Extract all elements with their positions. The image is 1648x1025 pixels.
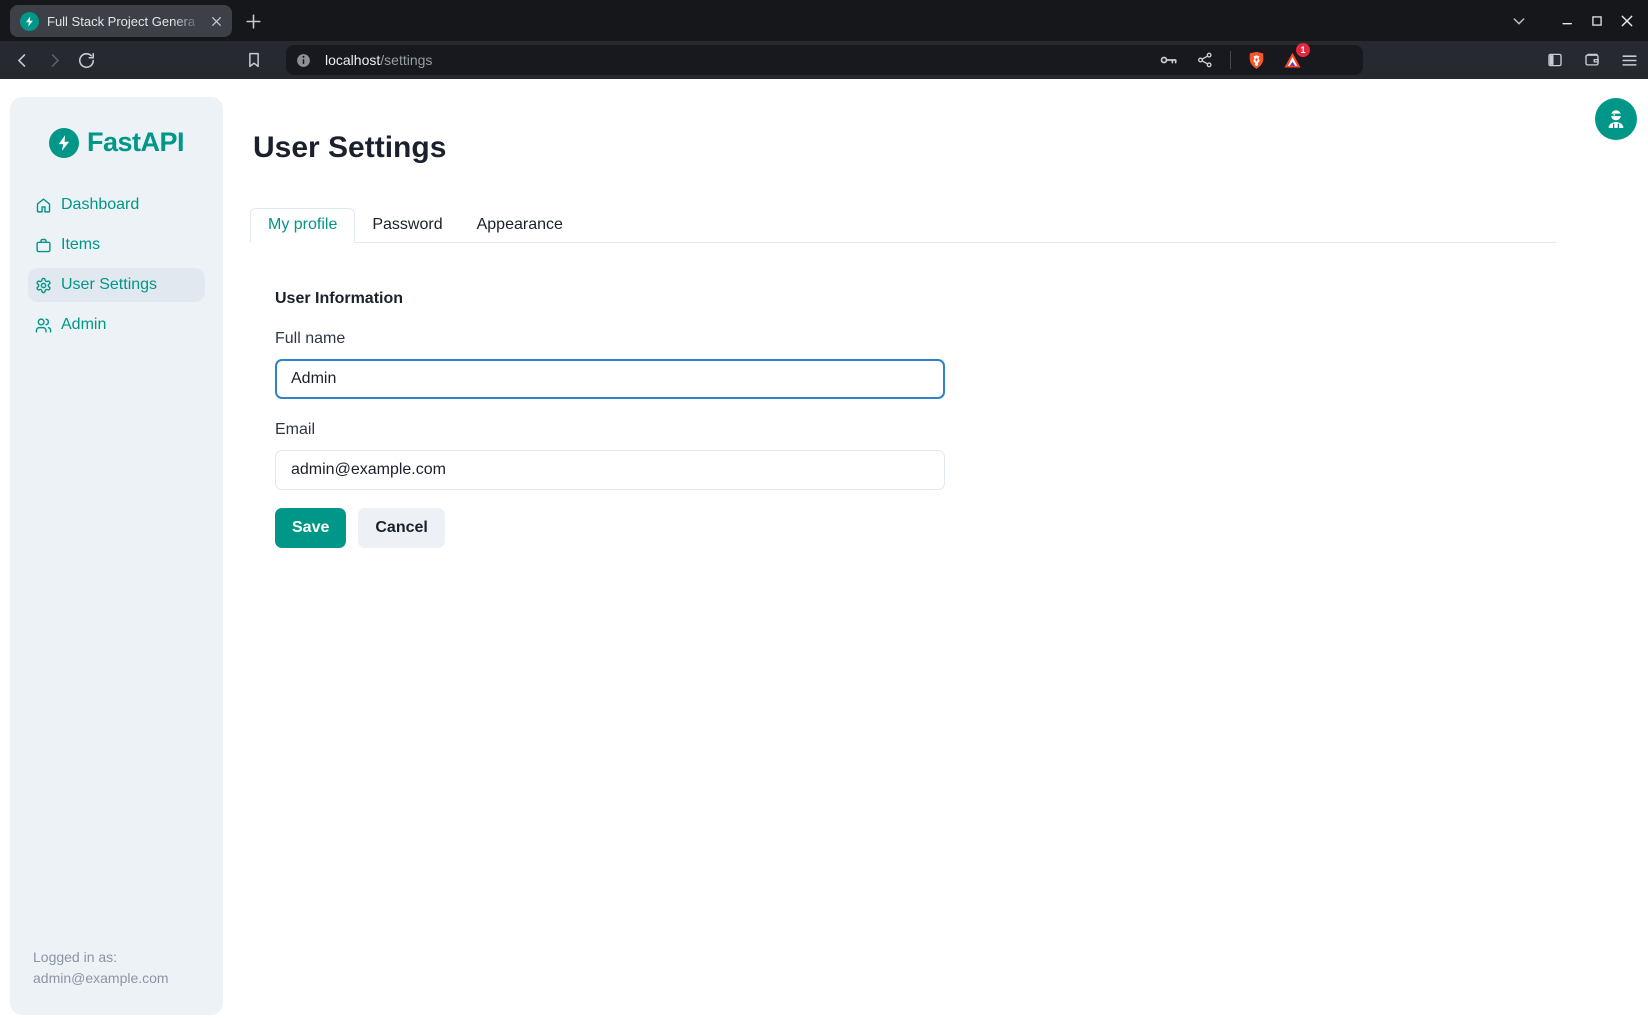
brave-shield-icon[interactable] [1245,49,1267,71]
page-title: User Settings [253,131,1556,165]
full-name-input[interactable] [275,359,945,399]
window-close-button[interactable] [1612,6,1642,36]
window-minimize-button[interactable] [1552,6,1582,36]
tab-password[interactable]: Password [355,209,459,242]
tab-title: Full Stack Project Genera [47,14,208,29]
fastapi-logo: FastAPI [10,127,223,158]
logged-in-info: Logged in as: admin@example.com [33,947,169,989]
window-controls [1504,0,1642,41]
sidebar-item-items[interactable]: Items [28,228,205,262]
users-icon [35,317,52,334]
cancel-button[interactable]: Cancel [358,508,444,548]
sidebar-item-label: Dashboard [61,196,139,214]
fastapi-logo-text: FastAPI [87,127,184,158]
sidebar-item-user-settings[interactable]: User Settings [28,268,205,302]
profile-panel: User Information Full name Email Save Ca… [275,290,945,548]
save-button[interactable]: Save [275,508,346,548]
settings-tabs: My profile Password Appearance [250,208,1556,243]
sidebar-item-dashboard[interactable]: Dashboard [28,188,205,222]
tab-my-profile[interactable]: My profile [250,208,355,243]
brave-rewards-icon[interactable]: 1 [1281,49,1303,71]
page-content: FastAPI Dashboard Items User Settings A [0,79,1648,1025]
back-button-icon[interactable] [8,46,36,74]
sidebar-item-label: User Settings [61,276,157,294]
key-icon[interactable] [1158,49,1180,71]
tab-close-icon[interactable] [208,13,224,29]
full-name-label: Full name [275,330,945,348]
sidebar-panel-icon[interactable] [1543,46,1567,74]
sidebar: FastAPI Dashboard Items User Settings A [10,97,223,1015]
wallet-icon[interactable] [1580,46,1604,74]
forward-button-icon[interactable] [40,46,68,74]
sidebar-item-label: Items [61,236,100,254]
gear-icon [35,277,52,294]
share-icon[interactable] [1194,49,1216,71]
window-maximize-button[interactable] [1582,6,1612,36]
sidebar-item-label: Admin [61,316,106,334]
toolbar-right-actions [1543,41,1641,79]
url-path: /settings [380,52,432,68]
sidebar-item-admin[interactable]: Admin [28,308,205,342]
email-label: Email [275,421,945,439]
tab-search-icon[interactable] [1504,6,1534,36]
fastapi-favicon-icon [20,12,39,31]
tab-appearance[interactable]: Appearance [460,209,580,242]
sidebar-nav: Dashboard Items User Settings Admin [28,188,205,342]
menu-icon[interactable] [1617,46,1641,74]
main-content: User Settings My profile Password Appear… [238,79,1556,548]
briefcase-icon [35,237,52,254]
home-icon [35,197,52,214]
logged-in-email: admin@example.com [33,968,169,989]
browser-tab[interactable]: Full Stack Project Genera [10,5,232,37]
site-info-icon[interactable] [295,52,312,69]
rewards-badge: 1 [1296,43,1310,57]
user-astronaut-icon [1604,107,1628,131]
toolbar-separator [1230,51,1231,69]
url-bar-actions: 1 [1158,49,1303,71]
tab-strip: Full Stack Project Genera [0,0,1648,41]
section-title: User Information [275,290,945,308]
logged-in-label: Logged in as: [33,947,169,968]
user-avatar-button[interactable] [1595,98,1637,140]
email-input[interactable] [275,450,945,490]
url-bar[interactable]: localhost/settings 1 [286,45,1363,75]
browser-window: Full Stack Project Genera [0,0,1648,1025]
bookmark-icon[interactable] [240,46,268,74]
url-text: localhost/settings [325,52,1158,68]
fastapi-logo-icon [49,128,79,158]
reload-button-icon[interactable] [72,46,100,74]
form-actions: Save Cancel [275,508,945,548]
new-tab-button[interactable] [242,10,264,32]
url-host: localhost [325,52,380,68]
